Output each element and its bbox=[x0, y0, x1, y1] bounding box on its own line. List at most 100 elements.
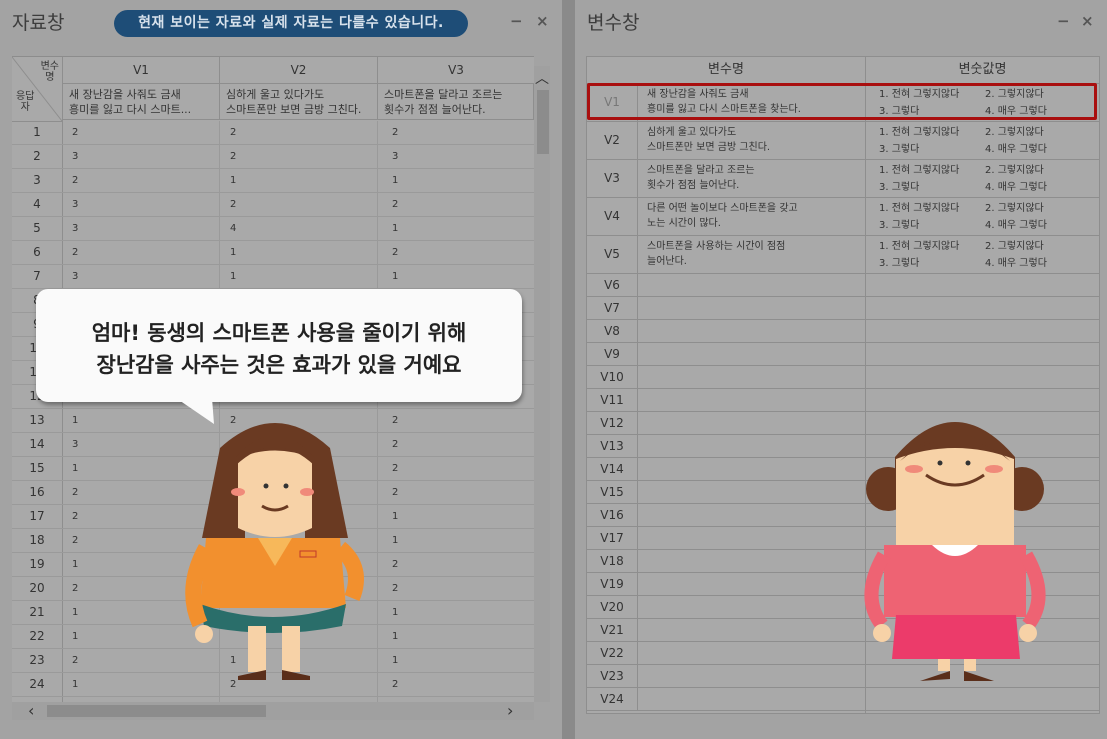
cell-v3[interactable]: 2 bbox=[392, 457, 398, 480]
cell-v1[interactable]: 2 bbox=[72, 649, 78, 672]
cell-v1[interactable]: 1 bbox=[72, 409, 78, 432]
cell-v3[interactable]: 3 bbox=[392, 145, 398, 168]
close-button[interactable]: × bbox=[536, 12, 549, 30]
variable-row[interactable]: V4 다른 어떤 놀이보다 스마트폰을 갖고 노는 시간이 많다. 1. 전혀 그렇… bbox=[587, 198, 1099, 236]
table-row[interactable]: 1222 bbox=[12, 121, 534, 145]
variable-row[interactable]: V7 bbox=[587, 297, 1099, 320]
cell-v1[interactable]: 2 bbox=[72, 169, 78, 192]
variable-row[interactable]: V2 심하게 울고 있다가도 스마트폰만 보면 금방 그친다. 1. 전혀 그렇지않… bbox=[587, 122, 1099, 160]
cell-v3[interactable]: 2 bbox=[392, 553, 398, 576]
column-header-v2[interactable]: V2 bbox=[220, 57, 378, 84]
table-row[interactable]: 53 4 1 bbox=[12, 217, 534, 241]
variable-row[interactable]: V3 스마트폰을 달라고 조르는 횟수가 점점 늘어난다. 1. 전혀 그렇지않다 2… bbox=[587, 160, 1099, 198]
data-window-title: 자료창 bbox=[12, 12, 65, 34]
cell-v3[interactable]: 1 bbox=[392, 265, 398, 288]
var-close-button[interactable]: × bbox=[1081, 12, 1094, 30]
cell-v1[interactable]: 3 bbox=[72, 217, 78, 240]
grid-corner-header: 변수 명 응답 자 bbox=[12, 57, 63, 122]
cell-v3[interactable]: 2 bbox=[392, 481, 398, 504]
table-row[interactable]: 43 2 2 bbox=[12, 193, 534, 217]
cell-v3[interactable]: 1 bbox=[392, 529, 398, 552]
variable-id: V15 bbox=[587, 481, 638, 503]
cell-v1[interactable]: 3 bbox=[72, 265, 78, 288]
cell-v1[interactable]: 1 bbox=[72, 601, 78, 624]
cell-v2[interactable]: 1 bbox=[230, 169, 236, 192]
cell-v2[interactable]: 1 bbox=[230, 265, 236, 288]
cell-v3[interactable]: 2 bbox=[392, 409, 398, 432]
scroll-right-icon[interactable]: › bbox=[507, 701, 513, 720]
variable-id: V11 bbox=[587, 389, 638, 411]
var-minimize-button[interactable]: − bbox=[1057, 12, 1070, 30]
cell-v2[interactable]: 2 bbox=[230, 121, 236, 144]
variable-row[interactable]: V10 bbox=[587, 366, 1099, 389]
cell-v1[interactable]: 2 bbox=[72, 481, 78, 504]
cell-v3[interactable]: 2 bbox=[392, 241, 398, 264]
table-row[interactable]: 32 1 1 bbox=[12, 169, 534, 193]
cell-v3[interactable]: 2 bbox=[392, 577, 398, 600]
cell-v2[interactable]: 4 bbox=[230, 217, 236, 240]
row-number: 4 bbox=[12, 193, 63, 216]
cell-v1[interactable]: 1 bbox=[72, 625, 78, 648]
corner-variable-label: 변수 명 bbox=[40, 61, 59, 83]
row-number: 6 bbox=[12, 241, 63, 264]
table-row[interactable]: 2323 bbox=[12, 145, 534, 169]
vertical-scroll-thumb[interactable] bbox=[537, 90, 549, 154]
row-number: 2 bbox=[12, 145, 63, 168]
cell-v1[interactable]: 1 bbox=[72, 553, 78, 576]
data-notice-badge: 현재 보이는 자료와 실제 자료는 다를수 있습니다. bbox=[114, 10, 468, 37]
vertical-scrollbar[interactable] bbox=[534, 66, 550, 702]
cell-v3[interactable]: 2 bbox=[392, 673, 398, 696]
cell-v3[interactable]: 1 bbox=[392, 169, 398, 192]
row-number: 20 bbox=[12, 577, 63, 600]
variable-id: V24 bbox=[587, 688, 638, 710]
cell-v1[interactable]: 3 bbox=[72, 433, 78, 456]
cell-v1[interactable]: 1 bbox=[72, 673, 78, 696]
cell-v2[interactable]: 2 bbox=[230, 193, 236, 216]
cell-v1[interactable]: 1 bbox=[72, 457, 78, 480]
value-label-2: 2. 그렇지않다 bbox=[985, 203, 1044, 214]
horizontal-scroll-thumb[interactable] bbox=[47, 705, 266, 717]
cell-v3[interactable]: 1 bbox=[392, 505, 398, 528]
cell-v2[interactable]: 2 bbox=[230, 145, 236, 168]
variable-id: V6 bbox=[587, 274, 638, 296]
cell-v3[interactable]: 2 bbox=[392, 193, 398, 216]
cell-v1[interactable]: 2 bbox=[72, 529, 78, 552]
variable-row[interactable]: V5 스마트폰을 사용하는 시간이 점점 늘어난다. 1. 전혀 그렇지않다 2. 그… bbox=[587, 236, 1099, 274]
scroll-up-icon[interactable]: ︿ bbox=[535, 68, 549, 88]
value-label-3: 3. 그렇다 bbox=[879, 144, 920, 155]
cell-v1[interactable]: 2 bbox=[72, 577, 78, 600]
row-number: 24 bbox=[12, 673, 63, 696]
cell-v3[interactable]: 1 bbox=[392, 625, 398, 648]
cell-v3[interactable]: 1 bbox=[392, 649, 398, 672]
variable-row[interactable]: V8 bbox=[587, 320, 1099, 343]
cell-v3[interactable]: 1 bbox=[392, 601, 398, 624]
value-label-1: 1. 전혀 그렇지않다 bbox=[879, 241, 960, 252]
minimize-button[interactable]: − bbox=[510, 12, 523, 30]
table-row[interactable]: 6212 bbox=[12, 241, 534, 265]
cell-v1[interactable]: 2 bbox=[72, 505, 78, 528]
column-header-v3[interactable]: V3 bbox=[378, 57, 534, 84]
value-label-4: 4. 매우 그렇다 bbox=[985, 144, 1047, 155]
table-row[interactable]: 73 1 1 bbox=[12, 265, 534, 289]
variable-row[interactable]: V6 bbox=[587, 274, 1099, 297]
cell-v1[interactable]: 3 bbox=[72, 145, 78, 168]
variable-row[interactable]: V24 bbox=[587, 688, 1099, 711]
scroll-left-icon[interactable]: ‹ bbox=[28, 701, 34, 720]
variable-row[interactable]: V9 bbox=[587, 343, 1099, 366]
value-labels-header: 변숫값명 bbox=[866, 57, 1099, 84]
cell-v3[interactable]: 2 bbox=[392, 433, 398, 456]
column-label-v2: 심하게 울고 있다가도 스마트폰만 보면 금방 그친다. bbox=[220, 84, 378, 120]
cell-v1[interactable]: 2 bbox=[72, 241, 78, 264]
variable-name-header: 변수명 bbox=[587, 57, 865, 84]
speech-line-1: 엄마! 동생의 스마트폰 사용을 줄이기 위해 bbox=[91, 321, 467, 345]
row-number: 1 bbox=[12, 121, 63, 144]
cell-v3[interactable]: 1 bbox=[392, 217, 398, 240]
cell-v2[interactable]: 1 bbox=[230, 241, 236, 264]
variable-id: V13 bbox=[587, 435, 638, 457]
cell-v1[interactable]: 3 bbox=[72, 193, 78, 216]
row-number: 13 bbox=[12, 409, 63, 432]
variable-id: V23 bbox=[587, 665, 638, 687]
cell-v1[interactable]: 2 bbox=[72, 121, 78, 144]
cell-v3[interactable]: 2 bbox=[392, 121, 398, 144]
column-header-v1[interactable]: V1 bbox=[63, 57, 220, 84]
